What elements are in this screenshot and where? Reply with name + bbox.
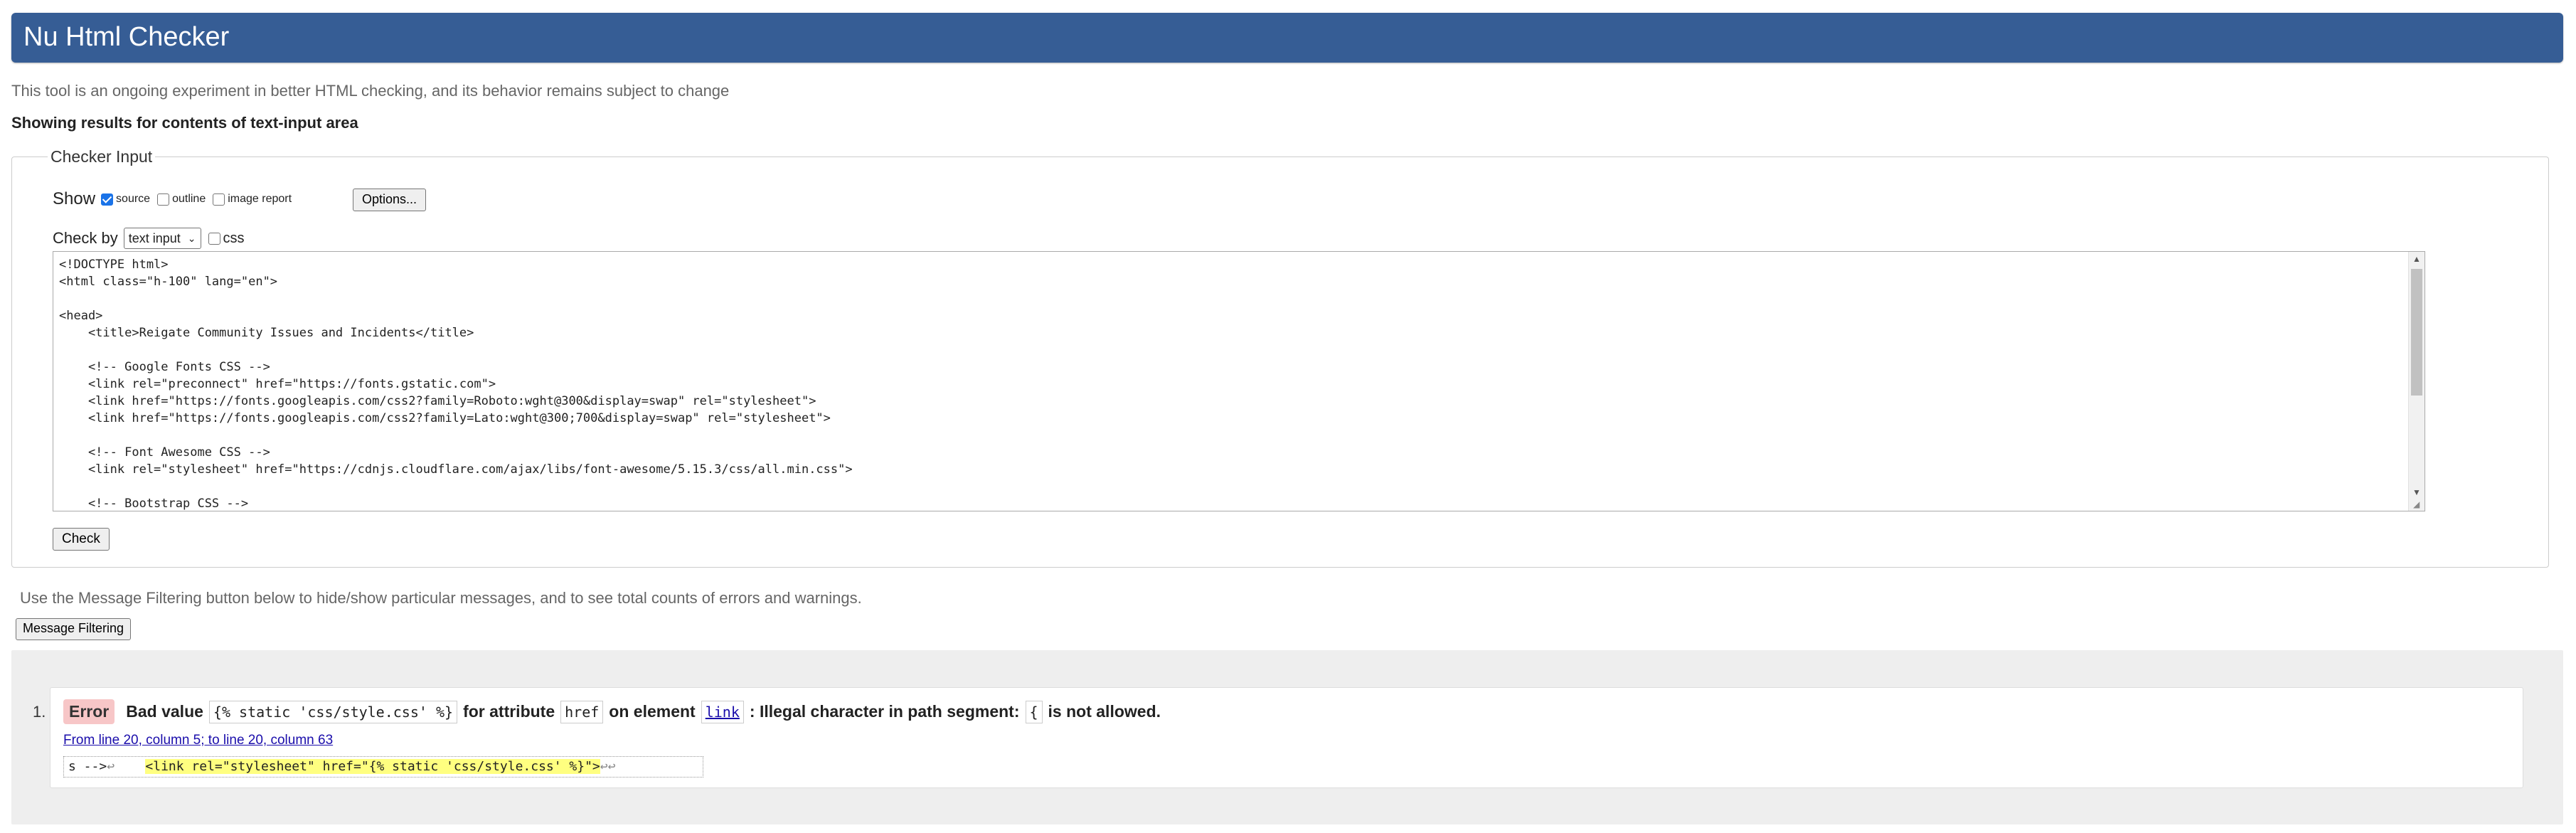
show-label: Show bbox=[53, 189, 96, 208]
scroll-down-arrow-icon[interactable]: ▼ bbox=[2409, 485, 2425, 499]
return-symbol-icon: ↩ bbox=[107, 759, 115, 774]
return-symbol-icon: ↩ bbox=[607, 759, 616, 774]
css-option[interactable]: css bbox=[208, 230, 245, 247]
source-text: <!DOCTYPE html> <html class="h-100" lang… bbox=[59, 258, 853, 511]
source-textarea[interactable]: <!DOCTYPE html> <html class="h-100" lang… bbox=[53, 251, 2425, 511]
return-symbol-icon: ↩ bbox=[600, 759, 608, 774]
show-image-report-option[interactable]: image report bbox=[213, 193, 292, 206]
bad-value-text: Bad value bbox=[126, 702, 203, 721]
source-option-label: source bbox=[116, 193, 151, 205]
element-link[interactable]: link bbox=[701, 700, 744, 723]
image-report-checkbox[interactable] bbox=[213, 193, 225, 206]
error-message-line: Error Bad value {% static 'css/style.css… bbox=[63, 699, 1161, 724]
options-button[interactable]: Options... bbox=[353, 189, 427, 211]
check-by-value: text input bbox=[128, 230, 181, 245]
not-allowed-text: is not allowed. bbox=[1048, 702, 1161, 721]
message-filtering-button[interactable]: Message Filtering bbox=[16, 618, 132, 640]
check-by-label: Check by bbox=[53, 229, 118, 247]
check-by-row: Check by text input ⌄ css bbox=[53, 228, 245, 249]
show-source-option[interactable]: source bbox=[101, 193, 150, 206]
source-extract: s -->↩ <link rel="stylesheet" href="{% s… bbox=[63, 756, 703, 778]
scroll-up-arrow-icon[interactable]: ▲ bbox=[2409, 252, 2425, 266]
resize-grip-icon[interactable]: ◢ bbox=[2413, 499, 2423, 509]
scrollbar-thumb[interactable] bbox=[2411, 269, 2422, 396]
extract-before: s --> bbox=[68, 759, 107, 774]
check-button[interactable]: Check bbox=[53, 528, 110, 551]
error-badge: Error bbox=[63, 699, 115, 724]
outline-option-label: outline bbox=[172, 193, 206, 205]
css-option-label: css bbox=[223, 230, 245, 246]
intro-text: This tool is an ongoing experiment in be… bbox=[11, 82, 730, 100]
textarea-scrollbar[interactable]: ▲ ▼ bbox=[2408, 252, 2425, 511]
message-number: 1. bbox=[33, 703, 46, 721]
illegal-char-code: { bbox=[1025, 700, 1043, 723]
outline-checkbox[interactable] bbox=[157, 193, 170, 206]
source-checkbox[interactable] bbox=[101, 193, 114, 206]
show-outline-option[interactable]: outline bbox=[157, 193, 206, 206]
check-by-select[interactable]: text input ⌄ bbox=[123, 228, 201, 249]
chevron-down-icon: ⌄ bbox=[187, 232, 196, 244]
bad-value-code: {% static 'css/style.css' %} bbox=[208, 700, 458, 723]
illegal-char-text: : Illegal character in path segment: bbox=[749, 702, 1020, 721]
page-header: Nu Html Checker bbox=[11, 13, 2563, 63]
error-message: Error Bad value {% static 'css/style.css… bbox=[50, 687, 2523, 788]
attribute-code: href bbox=[560, 700, 604, 723]
on-element-text: on element bbox=[609, 702, 696, 721]
for-attribute-text: for attribute bbox=[463, 702, 555, 721]
image-report-option-label: image report bbox=[228, 193, 292, 205]
page-title: Nu Html Checker bbox=[23, 22, 230, 52]
checker-input-legend: Checker Input bbox=[50, 147, 153, 166]
show-options-row: Show source outline image report bbox=[53, 189, 299, 209]
extract-highlight: <link rel="stylesheet" href="{% static '… bbox=[145, 759, 600, 774]
filter-note: Use the Message Filtering button below t… bbox=[20, 589, 862, 607]
error-location-link[interactable]: From line 20, column 5; to line 20, colu… bbox=[63, 733, 333, 748]
css-checkbox[interactable] bbox=[208, 232, 220, 245]
results-heading: Showing results for contents of text-inp… bbox=[11, 114, 358, 132]
